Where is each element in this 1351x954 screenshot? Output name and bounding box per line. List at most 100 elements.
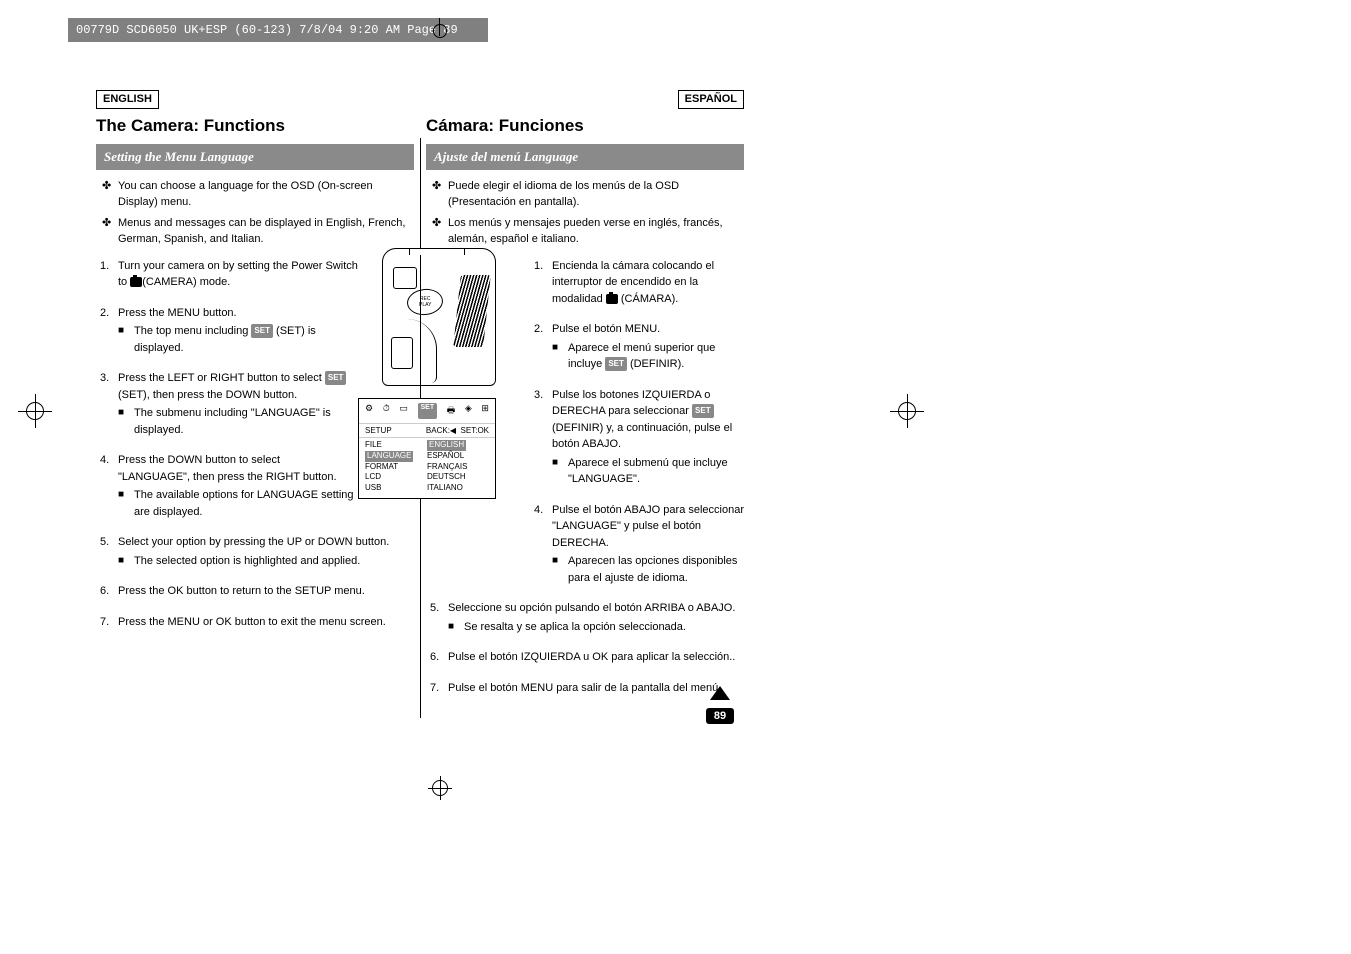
substep-text: Aparece el menú superior que incluye SET… [568,340,744,373]
step-4: 4. Press the DOWN button to select "LANG… [100,452,365,520]
registration-mark-icon [18,394,52,428]
step-text: Turn your camera on by setting the Power… [118,258,365,291]
step-text: Press the LEFT or RIGHT button to select… [118,370,365,403]
step-text: Encienda la cámara colocando el interrup… [552,258,744,308]
step-number: 5. [100,534,118,551]
step-number: 1. [100,258,118,275]
square-bullet-icon: ■ [448,619,464,634]
timer-icon: ⏱ [383,403,390,419]
menu-item: USB [365,483,427,494]
step-text: Pulse el botón IZQUIERDA u OK para aplic… [448,649,744,666]
step-number: 7. [430,680,448,697]
camera-illustration [382,248,496,386]
step-text: Press the OK button to return to the SET… [118,583,414,600]
crop-mark-icon [430,18,448,36]
step-3: 3. Press the LEFT or RIGHT button to sel… [100,370,365,438]
step-text: Pulse el botón MENU. [552,321,744,338]
step-number: 2. [534,321,552,338]
set-badge-icon: SET [605,357,627,371]
substep-text: Se resalta y se aplica la opción selecci… [464,619,686,636]
step-number: 2. [100,305,118,322]
square-bullet-icon: ■ [118,487,134,502]
subsection-heading: Ajuste del menú Language [426,144,744,170]
set-badge-icon: SET [325,371,347,385]
camera-icon [130,277,142,287]
bullet-icon: ✤ [102,215,118,232]
square-bullet-icon: ■ [118,405,134,420]
step-5: 5. Seleccione su opción pulsando el botó… [430,600,744,635]
step-number: 6. [100,583,118,600]
section-title: The Camera: Functions [96,113,414,139]
intro-list: ✤ Puede elegir el idioma de los menús de… [432,178,744,248]
step-7: 7. Press the MENU or OK button to exit t… [100,614,414,631]
step-number: 4. [100,452,118,469]
camera-icon [606,294,618,304]
step-text: Press the DOWN button to select "LANGUAG… [118,452,348,485]
intro-text: You can choose a language for the OSD (O… [118,178,414,211]
menu-item-selected: LANGUAGE [365,451,413,462]
substep-text: The available options for LANGUAGE setti… [134,487,354,520]
step-number: 3. [100,370,118,387]
bullet-icon: ✤ [432,215,448,232]
set-badge-icon: SET [692,404,714,418]
square-bullet-icon: ■ [118,323,134,338]
substep-text: The selected option is highlighted and a… [134,553,360,570]
substep-text: Aparecen las opciones disponibles para e… [568,553,744,586]
bullet-icon: ✤ [432,178,448,195]
square-bullet-icon: ■ [552,553,568,568]
crop-mark-icon [428,776,452,800]
step-number: 3. [534,387,552,404]
intro-text: Menus and messages can be displayed in E… [118,215,414,248]
set-badge-icon: SET [251,324,273,338]
menu-option: DEUTSCH [427,472,489,483]
osd-menu-screenshot: ⚙ ⏱ ▭ SET 🖶 ◈ ⊞ SETUP BACK:◀ SET:OK FILE… [358,398,496,499]
step-number: 4. [534,502,552,519]
step-text: Pulse los botones IZQUIERDA o DERECHA pa… [552,387,744,453]
intro-list: ✤ You can choose a language for the OSD … [102,178,414,248]
step-4: 4. Pulse el botón ABAJO para seleccionar… [534,502,744,587]
menu-icon-row: ⚙ ⏱ ▭ SET 🖶 ◈ ⊞ [359,399,495,424]
step-text: Press the MENU or OK button to exit the … [118,614,414,631]
set-badge-icon: SET [418,403,438,419]
square-bullet-icon: ■ [118,553,134,568]
menu-option: FRANÇAIS [427,462,489,473]
substep-text: The submenu including "LANGUAGE" is disp… [134,405,334,438]
step-2: 2. Press the MENU button. ■ The top menu… [100,305,365,357]
mode-dial-icon [406,287,445,317]
step-text: Press the MENU button. [118,305,365,322]
bullet-icon: ✤ [102,178,118,195]
step-number: 5. [430,600,448,617]
step-5: 5. Select your option by pressing the UP… [100,534,414,569]
step-number: 1. [534,258,552,275]
menu-setok-label: SET:OK [461,426,489,435]
menu-item: LCD [365,472,427,483]
menu-option-selected: ENGLISH [427,440,466,451]
square-bullet-icon: ■ [552,455,568,470]
menu-back-label: BACK:◀ [426,426,456,435]
registration-mark-icon [890,394,924,428]
menu-left-column: FILE LANGUAGE FORMAT LCD USB [365,440,427,494]
intro-text: Los menús y mensajes pueden verse en ing… [448,215,744,248]
page-number: 89 [706,708,734,724]
step-text: Seleccione su opción pulsando el botón A… [448,600,744,617]
substep-text: The top menu including SET (SET) is disp… [134,323,365,356]
menu-option: ITALIANO [427,483,489,494]
gear-icon: ⚙ [365,403,373,419]
subsection-heading: Setting the Menu Language [96,144,414,170]
intro-text: Puede elegir el idioma de los menús de l… [448,178,744,211]
menu-right-column: ENGLISH ESPAÑOL FRANÇAIS DEUTSCH ITALIAN… [427,440,489,494]
page-number-badge: 89 [700,700,740,724]
step-3: 3. Pulse los botones IZQUIERDA o DERECHA… [534,387,744,488]
substep-text: Aparece el submenú que incluye "LANGUAGE… [568,455,744,488]
print-header: 00779D SCD6050 UK+ESP (60-123) 7/8/04 9:… [68,18,488,42]
menu-title: SETUP [365,426,392,435]
display-icon: ▭ [399,403,408,419]
step-7: 7. Pulse el botón MENU para salir de la … [430,680,744,697]
square-bullet-icon: ■ [552,340,568,355]
step-number: 7. [100,614,118,631]
step-6: 6. Press the OK button to return to the … [100,583,414,600]
step-text: Pulse el botón ABAJO para seleccionar "L… [552,502,744,552]
print-icon: 🖶 [447,403,456,419]
language-tag-english: ENGLISH [96,90,159,109]
section-title: Cámara: Funciones [426,113,744,139]
